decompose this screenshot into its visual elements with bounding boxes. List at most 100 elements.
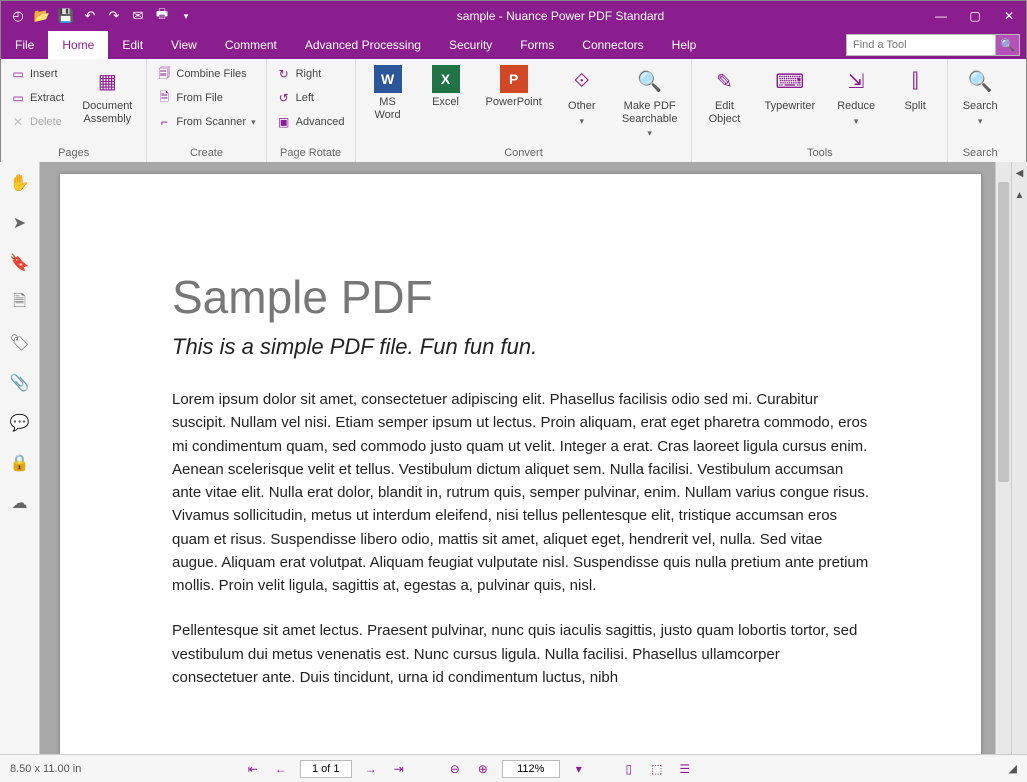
tab-forms[interactable]: Forms [506, 31, 568, 59]
edit-object-button[interactable]: ✎ Edit Object [700, 63, 748, 144]
right-gutter: ◀ ▲ [1011, 162, 1027, 754]
attachments-panel-icon[interactable]: 📎 [7, 370, 33, 396]
typewriter-label: Typewriter [764, 100, 815, 113]
page-input[interactable] [300, 760, 352, 778]
quick-access-toolbar: ◴ 📂 💾 ↶ ↷ ✉ 🖶 ▾ [1, 5, 197, 27]
view-mode-button[interactable]: ☰ [676, 762, 694, 776]
rotate-right-button[interactable]: ↻Right [275, 63, 347, 85]
excel-label: Excel [432, 96, 459, 109]
ribbon: ▭Insert ▭Extract ✕Delete ▦ Document Asse… [1, 59, 1026, 163]
app-icon[interactable]: ◴ [7, 5, 29, 27]
search-button[interactable]: 🔍 Search [956, 63, 1004, 144]
reduce-button[interactable]: ⇲Reduce [831, 63, 881, 144]
window-title: sample - Nuance Power PDF Standard [197, 9, 924, 23]
search-icon: 🔍 [964, 65, 996, 97]
tab-security[interactable]: Security [435, 31, 506, 59]
document-assembly-button[interactable]: ▦ Document Assembly [76, 63, 138, 144]
print-icon[interactable]: 🖶 [151, 5, 173, 27]
ribbon-group-rotate: ↻Right ↺Left ▣Advanced Page Rotate [267, 59, 356, 162]
insert-button[interactable]: ▭Insert [9, 63, 66, 85]
window-controls: — ▢ ✕ [924, 1, 1026, 31]
doc-title: Sample PDF [172, 270, 869, 324]
word-label: MS Word [375, 96, 401, 121]
close-button[interactable]: ✕ [992, 1, 1026, 31]
first-page-button[interactable]: ⇤ [244, 762, 262, 776]
tab-file[interactable]: File [1, 31, 48, 59]
delete-label: Delete [30, 116, 62, 128]
mail-icon[interactable]: ✉ [127, 5, 149, 27]
tab-connectors[interactable]: Connectors [568, 31, 657, 59]
reduce-label: Reduce [837, 100, 875, 113]
pages-panel-icon[interactable]: 🗎 [7, 290, 33, 316]
from-scanner-button[interactable]: ⌐From Scanner [155, 111, 257, 133]
tab-view[interactable]: View [157, 31, 211, 59]
typewriter-button[interactable]: ⌨ Typewriter [758, 63, 821, 144]
zoom-in-button[interactable]: ⊕ [474, 762, 492, 776]
fit-width-button[interactable]: ⬚ [648, 762, 666, 776]
search-group-label: Search [956, 144, 1004, 162]
select-tool-icon[interactable]: ➤ [7, 210, 33, 236]
maximize-button[interactable]: ▢ [958, 1, 992, 31]
word-icon: W [374, 65, 402, 93]
save-icon[interactable]: 💾 [55, 5, 77, 27]
minimize-button[interactable]: — [924, 1, 958, 31]
split-button[interactable]: ⫿Split [891, 63, 939, 144]
rotate-advanced-button[interactable]: ▣Advanced [275, 111, 347, 133]
find-tool-search-icon[interactable]: 🔍 [996, 34, 1020, 56]
stamp-panel-icon[interactable]: 🏷 [7, 330, 33, 356]
advanced-icon: ▣ [277, 115, 291, 129]
tab-help[interactable]: Help [658, 31, 711, 59]
zoom-out-button[interactable]: ⊖ [446, 762, 464, 776]
powerpoint-button[interactable]: PPowerPoint [480, 63, 548, 144]
scanner-icon: ⌐ [157, 115, 171, 129]
split-label: Split [904, 100, 925, 113]
cloud-panel-icon[interactable]: ☁ [7, 490, 33, 516]
last-page-button[interactable]: ⇥ [390, 762, 408, 776]
scrollbar-thumb[interactable] [998, 182, 1009, 482]
insert-icon: ▭ [11, 67, 25, 81]
status-center: ⇤ ← → ⇥ ⊖ ⊕ ▾ ▯ ⬚ ☰ [244, 760, 694, 778]
comments-panel-icon[interactable]: 💬 [7, 410, 33, 436]
delete-icon: ✕ [11, 115, 25, 129]
hand-tool-icon[interactable]: ✋ [7, 170, 33, 196]
make-searchable-button[interactable]: 🔍Make PDF Searchable [616, 63, 684, 144]
gutter-expand-icon[interactable]: ◀ [1012, 162, 1027, 184]
delete-button[interactable]: ✕ Delete [9, 111, 66, 133]
doc-subtitle: This is a simple PDF file. Fun fun fun. [172, 334, 869, 360]
gutter-up-icon[interactable]: ▲ [1012, 184, 1027, 206]
undo-icon[interactable]: ↶ [79, 5, 101, 27]
zoom-select[interactable] [502, 760, 560, 778]
open-icon[interactable]: 📂 [31, 5, 53, 27]
security-panel-icon[interactable]: 🔒 [7, 450, 33, 476]
rotate-left-button[interactable]: ↺Left [275, 87, 347, 109]
edit-object-label: Edit Object [709, 100, 741, 125]
fit-page-button[interactable]: ▯ [620, 762, 638, 776]
from-file-button[interactable]: 🗎From File [155, 87, 257, 109]
qat-dropdown-icon[interactable]: ▾ [175, 5, 197, 27]
other-button[interactable]: ⟐Other [558, 63, 606, 144]
ms-word-button[interactable]: W MS Word [364, 63, 412, 144]
bookmark-panel-icon[interactable]: 🔖 [7, 250, 33, 276]
find-tool-input[interactable] [846, 34, 996, 56]
tab-advanced-processing[interactable]: Advanced Processing [291, 31, 435, 59]
tab-edit[interactable]: Edit [108, 31, 157, 59]
next-page-button[interactable]: → [362, 762, 380, 776]
combine-files-button[interactable]: 🗐Combine Files [155, 63, 257, 85]
rotate-right-icon: ↻ [277, 67, 291, 81]
tab-home[interactable]: Home [48, 31, 108, 59]
status-bar: 8.50 x 11.00 in ⇤ ← → ⇥ ⊖ ⊕ ▾ ▯ ⬚ ☰ ◢ [0, 754, 1027, 782]
extract-button[interactable]: ▭Extract [9, 87, 66, 109]
ribbon-group-search: 🔍 Search Search [948, 59, 1012, 162]
extract-label: Extract [30, 92, 64, 104]
vertical-scrollbar[interactable] [995, 162, 1011, 754]
tab-comment[interactable]: Comment [211, 31, 291, 59]
resize-grip-icon[interactable]: ◢ [1009, 762, 1017, 775]
edit-object-icon: ✎ [708, 65, 740, 97]
typewriter-icon: ⌨ [774, 65, 806, 97]
zoom-dropdown-icon[interactable]: ▾ [570, 762, 588, 776]
viewport[interactable]: Sample PDF This is a simple PDF file. Fu… [40, 162, 1011, 754]
excel-button[interactable]: XExcel [422, 63, 470, 144]
search-label: Search [963, 100, 998, 113]
redo-icon[interactable]: ↷ [103, 5, 125, 27]
prev-page-button[interactable]: ← [272, 762, 290, 776]
